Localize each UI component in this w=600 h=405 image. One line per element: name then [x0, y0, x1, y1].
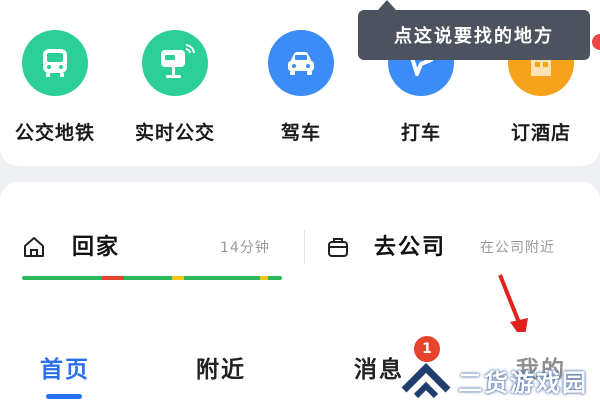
- bus-stop-sign-icon: [142, 30, 208, 96]
- active-tab-indicator: [46, 394, 82, 399]
- quick-services-card: 公交地铁 实时公交 驾车 打车 订酒店 点这说要找的地方: [0, 0, 600, 166]
- voice-search-tooltip[interactable]: 点这说要找的地方: [358, 0, 590, 60]
- car-icon: [268, 30, 334, 96]
- service-label: 订酒店: [510, 122, 571, 144]
- service-label: 实时公交: [134, 122, 215, 144]
- commute-work-title: 去公司: [374, 235, 447, 260]
- service-drive[interactable]: 驾车: [246, 30, 356, 150]
- commute-divider: [304, 230, 305, 264]
- commute-home-eta: 14分钟: [220, 240, 270, 256]
- commute-home[interactable]: 回家 14分钟: [22, 227, 292, 267]
- site-watermark: 二货游戏园: [400, 358, 600, 402]
- commute-home-title: 回家: [72, 235, 121, 260]
- map-app-home: 公交地铁 实时公交 驾车 打车 订酒店 点这说要找的地方 回家 14分钟 去公司…: [0, 0, 600, 405]
- tooltip-text: 点这说要找的地方: [394, 26, 554, 47]
- traffic-slow-segment: [260, 276, 268, 280]
- home-icon: [24, 237, 44, 257]
- service-realtime-bus[interactable]: 实时公交: [120, 30, 230, 150]
- bus-icon: [22, 30, 88, 96]
- service-label: 打车: [400, 122, 441, 144]
- service-bus-metro[interactable]: 公交地铁: [0, 30, 110, 150]
- service-label: 驾车: [280, 122, 321, 144]
- traffic-slow-segment: [172, 276, 184, 280]
- commute-work[interactable]: 去公司 在公司附近: [326, 227, 596, 267]
- tab-home[interactable]: 首页: [40, 350, 90, 384]
- watermark-logo-icon: [401, 363, 451, 399]
- watermark-text: 二货游戏园: [458, 368, 588, 397]
- briefcase-icon: [328, 238, 348, 257]
- commute-work-note: 在公司附近: [480, 240, 555, 256]
- tab-messages[interactable]: 消息: [354, 350, 404, 384]
- tab-nearby[interactable]: 附近: [196, 350, 246, 384]
- traffic-status-bar: [22, 276, 282, 280]
- traffic-congestion-segment: [102, 276, 124, 280]
- service-label: 公交地铁: [14, 122, 95, 144]
